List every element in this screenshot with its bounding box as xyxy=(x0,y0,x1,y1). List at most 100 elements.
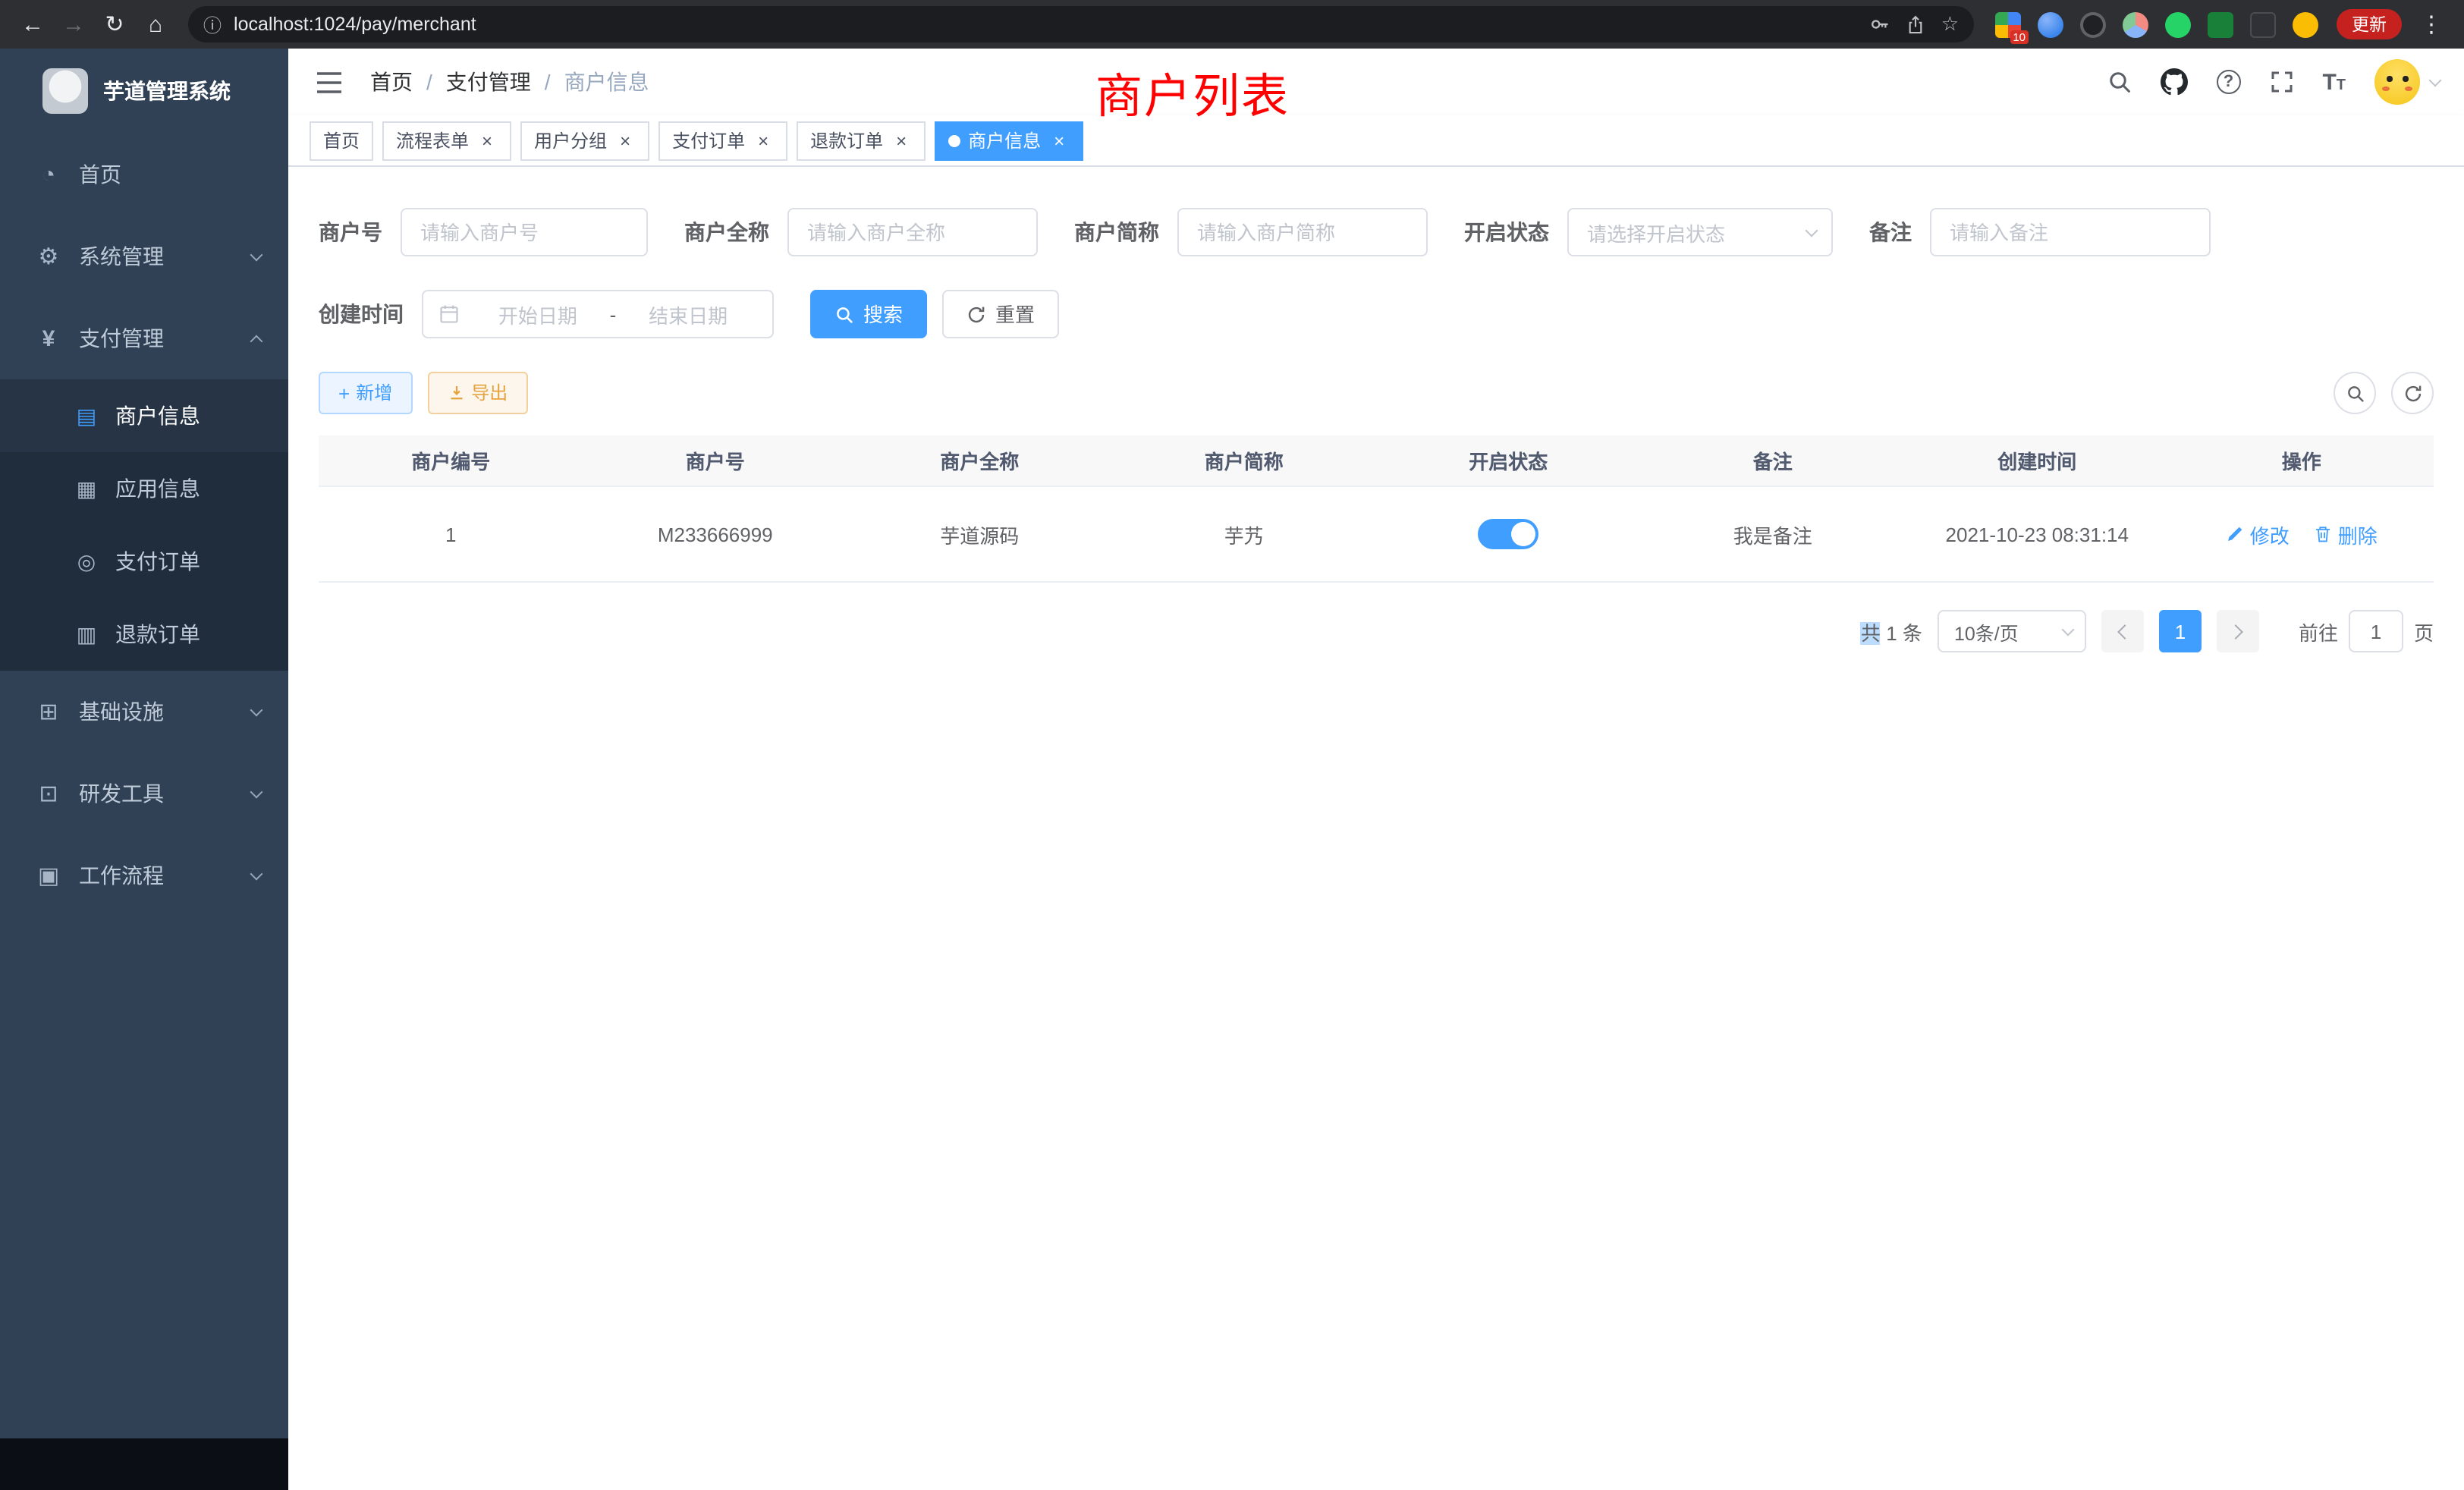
toolbox-icon: ⊡ xyxy=(30,780,67,807)
sidebar-item-infrastructure[interactable]: ⊞ 基础设施 xyxy=(0,671,288,753)
tag-refund-order[interactable]: 退款订单 × xyxy=(797,121,926,160)
forward-button[interactable]: → xyxy=(53,4,94,45)
search-button[interactable]: 搜索 xyxy=(810,290,927,338)
breadcrumb-payment[interactable]: 支付管理 xyxy=(446,67,531,97)
tag-home[interactable]: 首页 xyxy=(310,121,373,160)
monitor-icon: ⊞ xyxy=(30,698,67,725)
close-icon[interactable]: × xyxy=(476,130,498,151)
refresh-button[interactable] xyxy=(2391,372,2434,414)
chevron-left-icon xyxy=(2117,624,2132,639)
app-title: 芋道管理系统 xyxy=(103,76,231,106)
next-page-button[interactable] xyxy=(2217,610,2259,652)
extension-icon[interactable] xyxy=(2123,11,2148,37)
document-icon: ▥ xyxy=(70,621,103,647)
search-icon[interactable] xyxy=(2107,70,2131,94)
close-icon[interactable]: × xyxy=(1048,130,1070,151)
extension-badge: 10 xyxy=(2010,30,2029,43)
download-icon xyxy=(447,384,465,402)
plus-icon: + xyxy=(338,383,350,403)
cell-id: 1 xyxy=(319,523,583,545)
filter-remark: 备注 xyxy=(1869,208,2211,256)
back-button[interactable]: ← xyxy=(12,4,53,45)
password-key-icon[interactable] xyxy=(1870,14,1891,35)
extension-icon[interactable]: 10 xyxy=(1995,11,2021,37)
grid-icon: ▦ xyxy=(70,476,103,501)
sidebar-item-app-info[interactable]: ▦ 应用信息 xyxy=(0,452,288,525)
status-toggle[interactable] xyxy=(1478,519,1538,549)
sidebar-item-workflow[interactable]: ▣ 工作流程 xyxy=(0,835,288,916)
chevron-down-icon xyxy=(250,248,263,261)
toggle-search-button[interactable] xyxy=(2334,372,2376,414)
breadcrumb-home[interactable]: 首页 xyxy=(370,67,413,97)
chevron-down-icon xyxy=(250,785,263,798)
edit-link[interactable]: 修改 xyxy=(2226,520,2290,549)
sidebar-item-home[interactable]: ◔ 首页 xyxy=(0,134,288,215)
github-icon[interactable] xyxy=(2160,68,2187,96)
help-icon[interactable]: ? xyxy=(2216,70,2240,94)
sidebar-item-refund-order[interactable]: ▥ 退款订单 xyxy=(0,598,288,671)
app-logo[interactable]: 芋道管理系统 xyxy=(0,49,288,134)
browser-update-button[interactable]: 更新 xyxy=(2337,9,2402,39)
create-time-range-picker[interactable]: 开始日期 - 结束日期 xyxy=(422,290,774,338)
reset-button[interactable]: 重置 xyxy=(942,290,1059,338)
breadcrumb-separator: / xyxy=(545,70,551,94)
tag-pay-order[interactable]: 支付订单 × xyxy=(658,121,787,160)
pagination-total: 共 1 条 xyxy=(1861,617,1922,646)
share-icon[interactable] xyxy=(1906,14,1926,34)
delete-link[interactable]: 删除 xyxy=(2314,520,2378,549)
merchant-no-input[interactable] xyxy=(401,208,648,256)
merchant-card-icon: ▤ xyxy=(70,403,103,429)
page-number-button[interactable]: 1 xyxy=(2159,610,2202,652)
extension-icon[interactable] xyxy=(2208,11,2233,37)
yen-icon: ¥ xyxy=(30,325,67,351)
extension-icon[interactable] xyxy=(2293,11,2318,37)
prev-page-button[interactable] xyxy=(2101,610,2144,652)
page-size-select[interactable]: 10条/页 xyxy=(1938,610,2086,652)
browser-menu-icon[interactable]: ⋮ xyxy=(2411,4,2452,45)
sidebar-item-pay-order[interactable]: ◎ 支付订单 xyxy=(0,525,288,598)
breadcrumb-separator: / xyxy=(426,70,432,94)
tag-user-group[interactable]: 用户分组 × xyxy=(520,121,649,160)
cell-merchant-no: M233666999 xyxy=(583,523,848,545)
close-icon[interactable]: × xyxy=(753,130,774,151)
tag-merchant-info[interactable]: 商户信息 × xyxy=(935,121,1083,160)
tag-process-form[interactable]: 流程表单 × xyxy=(382,121,511,160)
sidebar-item-payment[interactable]: ¥ 支付管理 xyxy=(0,297,288,379)
user-avatar-menu[interactable] xyxy=(2374,59,2440,105)
font-size-icon[interactable]: TT xyxy=(2322,71,2346,93)
add-button[interactable]: + 新增 xyxy=(319,372,412,414)
filter-short-name: 商户简称 xyxy=(1074,208,1428,256)
site-info-icon[interactable]: ⓘ xyxy=(203,11,222,37)
full-name-input[interactable] xyxy=(787,208,1038,256)
payment-submenu: ▤ 商户信息 ▦ 应用信息 ◎ 支付订单 ▥ 退款订单 xyxy=(0,379,288,671)
bookmark-star-icon[interactable]: ☆ xyxy=(1941,12,1959,36)
goto-page-input[interactable] xyxy=(2349,610,2403,652)
active-dot xyxy=(948,134,960,146)
record-icon: ◎ xyxy=(70,549,103,574)
home-button[interactable]: ⌂ xyxy=(135,4,176,45)
extensions-area: 10 xyxy=(1995,11,2318,37)
status-select[interactable]: 请选择开启状态 xyxy=(1567,208,1833,256)
filter-merchant-no: 商户号 xyxy=(319,208,648,256)
chevron-right-icon xyxy=(2228,624,2243,639)
extension-icon[interactable] xyxy=(2038,11,2063,37)
remark-input[interactable] xyxy=(1930,208,2211,256)
sidebar-item-merchant-info[interactable]: ▤ 商户信息 xyxy=(0,379,288,452)
top-navbar: 首页 / 支付管理 / 商户信息 ? xyxy=(288,49,2464,115)
export-button[interactable]: 导出 xyxy=(427,372,527,414)
close-icon[interactable]: × xyxy=(891,130,912,151)
url-bar[interactable]: ⓘ localhost:1024/pay/merchant ☆ xyxy=(188,6,1974,42)
extension-icon[interactable] xyxy=(2250,11,2276,37)
extension-icon[interactable] xyxy=(2080,11,2106,37)
extension-icon[interactable] xyxy=(2165,11,2191,37)
navbar-actions: ? TT xyxy=(2107,59,2440,105)
hamburger-icon[interactable] xyxy=(313,65,346,99)
close-icon[interactable]: × xyxy=(614,130,636,151)
sidebar-item-devtools[interactable]: ⊡ 研发工具 xyxy=(0,753,288,835)
fullscreen-icon[interactable] xyxy=(2269,70,2293,94)
sidebar-item-system[interactable]: ⚙ 系统管理 xyxy=(0,215,288,297)
short-name-input[interactable] xyxy=(1177,208,1428,256)
chevron-down-icon xyxy=(250,703,263,716)
reload-button[interactable]: ↻ xyxy=(94,4,135,45)
filter-create-time: 创建时间 开始日期 - 结束日期 xyxy=(319,290,774,338)
